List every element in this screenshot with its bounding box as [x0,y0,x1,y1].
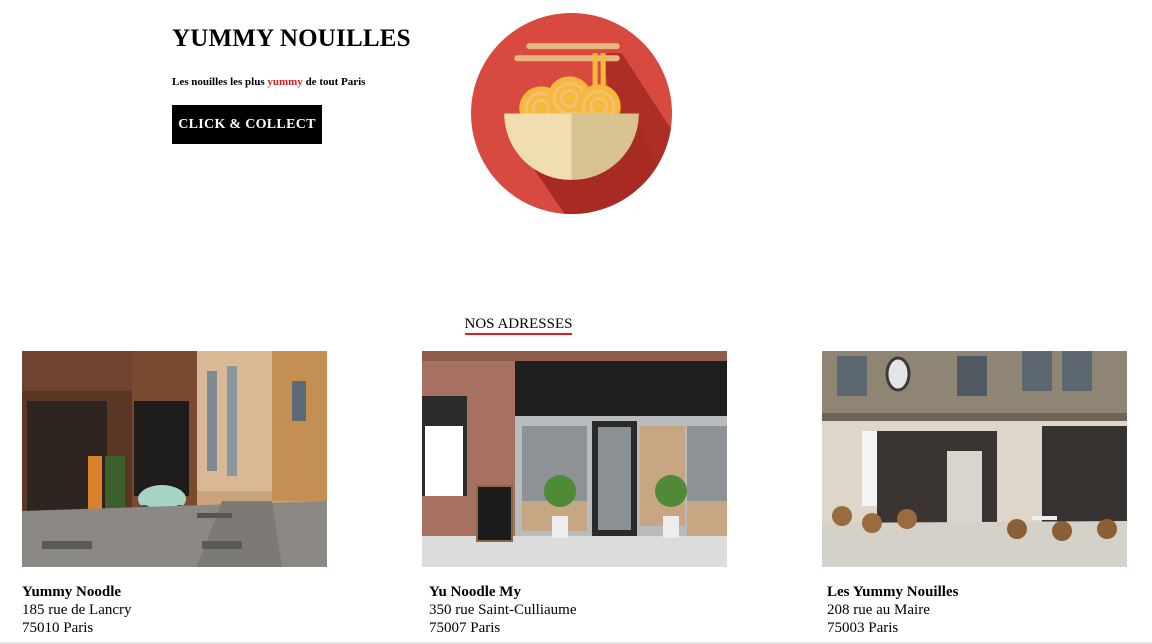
hero: YUMMY NOUILLES Les nouilles les plus yum… [172,22,432,88]
address-street: 208 rue au Maire [827,602,930,618]
address-card[interactable]: Yummy Noodle 185 rue de Lancry 75010 Par… [22,351,327,637]
storefront-photo-1 [22,351,327,567]
address-street: 185 rue de Lancry [22,602,132,618]
tagline: Les nouilles les plus yummy de tout Pari… [172,76,432,88]
address-card[interactable]: Yu Noodle My 350 rue Saint-Culliaume 750… [422,351,727,637]
address-city: 75007 Paris [429,620,501,636]
site-title: YUMMY NOUILLES [172,25,411,52]
tagline-accent: yummy [267,76,303,88]
address-name: Yu Noodle My [429,584,521,600]
storefront-photo-2 [422,351,727,567]
address-city: 75003 Paris [827,620,899,636]
tagline-start: Les nouilles les plus [172,76,268,88]
click-collect-button[interactable]: CLICK & COLLECT [172,105,322,144]
address-name: Yummy Noodle [22,584,122,600]
tagline-end: de tout Paris [302,76,366,88]
address-street: 350 rue Saint-Culliaume [429,602,577,618]
address-name: Les Yummy Nouilles [827,584,959,600]
storefront-photo-3 [822,351,1127,567]
address-city: 75010 Paris [22,620,94,636]
noodle-bowl-icon [471,13,672,214]
section-title: NOS ADRESSES [0,316,1037,335]
nos-adresses-link[interactable]: NOS ADRESSES [464,316,573,335]
address-card[interactable]: Les Yummy Nouilles 208 rue au Maire 7500… [822,351,1127,637]
